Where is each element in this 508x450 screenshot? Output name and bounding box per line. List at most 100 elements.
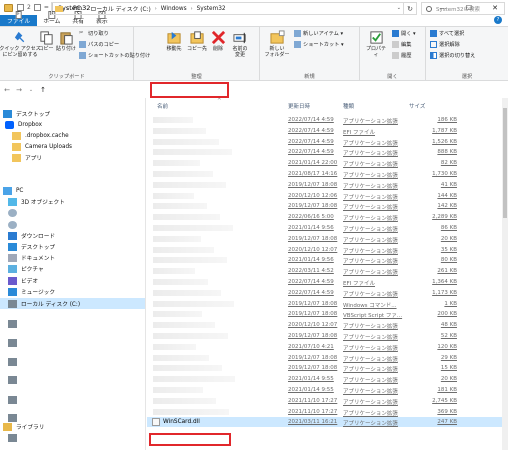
nav-item-folder[interactable]: .dropbox.cache — [0, 130, 145, 141]
nav-item-video[interactable]: ビデオ — [0, 275, 145, 286]
file-row[interactable]: 2019/12/07 18:08 Windows コマンド... 1 KB — [147, 299, 502, 309]
properties-icon[interactable] — [17, 4, 24, 11]
new-folder-icon[interactable] — [33, 4, 41, 11]
address-dropdown-icon[interactable]: ⌄ — [397, 5, 401, 11]
nav-item-download[interactable]: ダウンロード — [0, 230, 145, 241]
nav-item-desktop[interactable]: デスクトップ — [0, 108, 145, 119]
file-row[interactable]: 2020/12/10 12:07 アプリケーション拡張 48 KB — [147, 320, 502, 330]
nav-item-picture[interactable]: ピクチャ — [0, 263, 145, 274]
file-row[interactable]: 2021/01/14 9:55 アプリケーション拡張 20 KB — [147, 374, 502, 384]
vertical-scrollbar[interactable] — [502, 98, 508, 450]
file-row[interactable]: 2022/06/16 5:00 アプリケーション拡張 2,289 KB — [147, 212, 502, 222]
file-row[interactable]: 2020/12/10 12:06 アプリケーション拡張 144 KB — [147, 191, 502, 201]
cut-button[interactable]: ✂ 切り取り — [79, 30, 109, 37]
file-row[interactable]: 2022/07/14 4:59 アプリケーション拡張 1,526 KB — [147, 137, 502, 147]
paste-button[interactable]: 貼り付け — [56, 30, 76, 52]
recent-locations-button[interactable]: ⌄ — [26, 84, 36, 96]
address-bar[interactable]: › PC › ローカル ディスク (C:) › Windows › System… — [51, 2, 404, 15]
nav-item-folder[interactable]: Camera Uploads — [0, 141, 145, 152]
file-row[interactable]: 2021/01/14 9:55 アプリケーション拡張 181 KB — [147, 385, 502, 395]
nav-item-drive-22[interactable] — [0, 432, 145, 443]
rename-button[interactable]: 名前の 変更 — [229, 30, 251, 58]
open-button[interactable]: 開く ▾ — [392, 30, 416, 37]
file-row[interactable]: 2022/07/14 4:59 アプリケーション拡張 1,173 KB — [147, 288, 502, 298]
column-header-date[interactable]: 更新日時 — [288, 102, 310, 110]
file-row[interactable]: 2021/11/10 17:27 アプリケーション拡張 2,745 KB — [147, 396, 502, 406]
file-row[interactable]: 2021/01/14 22:00 アプリケーション拡張 82 KB — [147, 158, 502, 168]
nav-item-desktop[interactable]: デスクトップ — [0, 241, 145, 252]
copy-to-button[interactable]: コピー先 — [187, 30, 207, 52]
customize-arrow-icon[interactable]: = — [44, 4, 49, 11]
breadcrumb-windows[interactable]: Windows — [161, 6, 187, 12]
copy-path-button[interactable]: パスのコピー — [79, 41, 119, 48]
move-to-button[interactable]: 移動先 — [164, 30, 184, 52]
select-all-button[interactable]: すべて選択 — [430, 30, 464, 37]
scrollbar-thumb[interactable] — [503, 108, 507, 218]
nav-item-drive-20[interactable] — [0, 394, 145, 405]
nav-item-music[interactable]: ミュージック — [0, 286, 145, 297]
file-row[interactable]: 2021/11/10 17:27 アプリケーション拡張 369 KB — [147, 407, 502, 417]
file-row[interactable]: 2021/07/10 4:21 アプリケーション拡張 120 KB — [147, 342, 502, 352]
nav-item-drive-19[interactable] — [0, 374, 145, 385]
tab-view[interactable]: 表示 V — [90, 11, 114, 26]
breadcrumb-local-disk[interactable]: ローカル ディスク (C:) — [91, 4, 151, 13]
file-row[interactable]: 2019/12/07 18:08 VBScript Script ファ... 200… — [147, 309, 502, 319]
file-row[interactable]: 2020/12/10 12:07 アプリケーション拡張 35 KB — [147, 245, 502, 255]
breadcrumb-system32[interactable]: System32 — [197, 6, 226, 12]
column-header-size[interactable]: サイズ — [409, 102, 425, 110]
file-row[interactable]: 2021/01/14 9:56 アプリケーション拡張 80 KB — [147, 255, 502, 265]
select-none-button[interactable]: 選択解除 — [430, 41, 460, 48]
file-row[interactable]: 2019/12/07 18:08 アプリケーション拡張 15 KB — [147, 363, 502, 373]
help-icon[interactable]: ? — [494, 16, 502, 24]
column-header-name[interactable]: 名前 — [157, 102, 168, 110]
nav-item-drive[interactable]: ローカル ディスク (C:) — [0, 298, 145, 309]
nav-item-drive-18[interactable] — [0, 356, 145, 367]
nav-item-library[interactable]: ライブラリ — [0, 421, 145, 432]
search-box[interactable]: System32の検索 — [421, 2, 505, 15]
nav-item-dropbox[interactable]: Dropbox — [0, 119, 145, 130]
file-row[interactable]: 2022/07/14 4:59 アプリケーション拡張 186 KB — [147, 115, 502, 125]
nav-item-person-8[interactable] — [0, 219, 145, 230]
easy-access-button[interactable]: ショートカット ▾ — [294, 41, 344, 48]
new-item-button[interactable]: 新しいアイテム ▾ — [294, 30, 343, 37]
nav-item-3d[interactable]: 3D オブジェクト — [0, 196, 145, 207]
file-row[interactable]: 2019/12/07 18:08 アプリケーション拡張 20 KB — [147, 234, 502, 244]
tab-share[interactable]: 共有 S — [66, 11, 90, 26]
column-header-type[interactable]: 種類 — [343, 102, 354, 110]
file-row[interactable]: 2021/01/14 9:56 アプリケーション拡張 86 KB — [147, 223, 502, 233]
copy-button[interactable]: コピー — [38, 30, 54, 52]
back-button[interactable]: ← — [2, 84, 12, 96]
file-row[interactable]: 2019/12/07 18:08 アプリケーション拡張 29 KB — [147, 353, 502, 363]
nav-item-drive-17[interactable] — [0, 337, 145, 348]
pin-quick-access-button[interactable]: クイック アクセス にピン留めする — [0, 30, 41, 58]
nav-item-folder[interactable]: アプリ — [0, 152, 145, 163]
redacted-file-name — [153, 300, 234, 307]
breadcrumb-pc[interactable]: PC — [73, 6, 81, 12]
file-row[interactable]: 2022/03/11 4:52 アプリケーション拡張 261 KB — [147, 266, 502, 276]
file-size: 144 KB — [437, 192, 457, 199]
nav-item-person-7[interactable] — [0, 207, 145, 218]
file-row[interactable]: 2019/12/07 18:08 アプリケーション拡張 41 KB — [147, 180, 502, 190]
scissors-icon: ✂ — [79, 30, 84, 36]
nav-item-pc[interactable]: PC — [0, 185, 145, 196]
properties-button[interactable]: プロパティ — [364, 30, 388, 58]
nav-item-drive-16[interactable] — [0, 318, 145, 329]
history-button[interactable]: 履歴 — [392, 52, 411, 59]
file-row[interactable]: 2021/08/17 14:16 アプリケーション拡張 1,730 KB — [147, 169, 502, 179]
refresh-button[interactable]: ↻ — [404, 2, 417, 15]
file-row[interactable]: 2022/07/14 4:59 EFI ファイル 1,787 KB — [147, 126, 502, 136]
up-button[interactable]: ↑ — [38, 84, 48, 96]
file-row[interactable]: 2019/12/07 18:08 アプリケーション拡張 142 KB — [147, 201, 502, 211]
file-row[interactable]: 2022/07/14 4:59 アプリケーション拡張 888 KB — [147, 147, 502, 157]
tab-file[interactable]: ファイル F — [0, 11, 38, 26]
delete-button[interactable]: 削除 — [210, 30, 226, 52]
invert-selection-button[interactable]: 選択の切り替え — [430, 52, 475, 59]
file-row[interactable]: 2022/07/14 4:59 EFI ファイル 1,364 KB — [147, 277, 502, 287]
forward-button[interactable]: → — [14, 84, 24, 96]
edit-button[interactable]: 編集 — [392, 41, 411, 48]
nav-item-document[interactable]: ドキュメント — [0, 252, 145, 263]
new-folder-button[interactable]: 新しい フォルダー — [264, 30, 290, 58]
file-row[interactable]: WinSCard.dll 2021/03/11 16:21 アプリケーション拡張 24… — [147, 417, 502, 428]
tab-home[interactable]: ホーム H — [37, 11, 66, 26]
file-row[interactable]: 2019/12/07 18:08 アプリケーション拡張 52 KB — [147, 331, 502, 341]
